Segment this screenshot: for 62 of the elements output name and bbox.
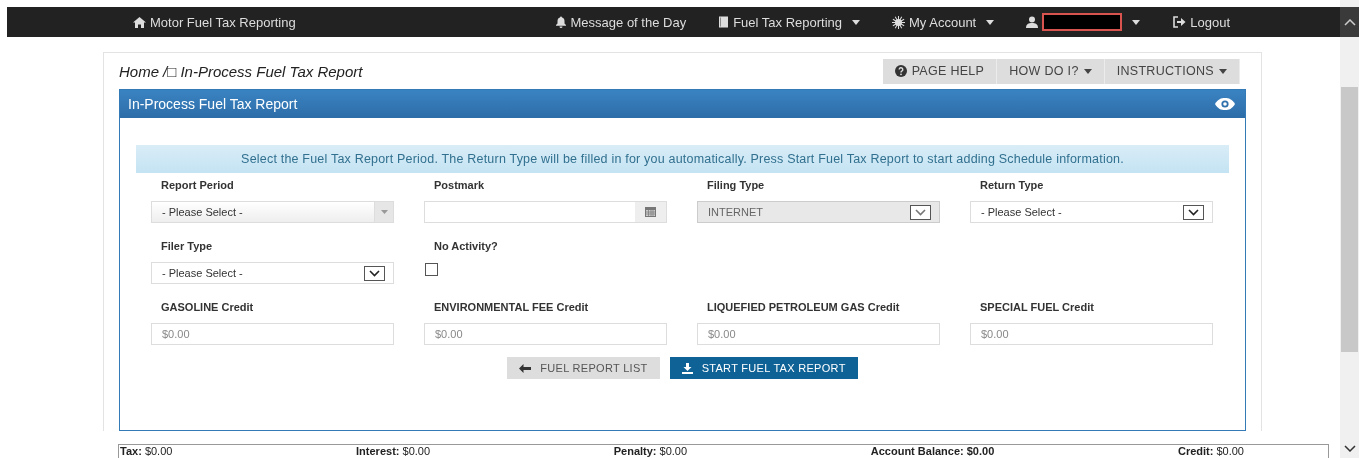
caret-icon [1083, 68, 1092, 74]
help-button[interactable]: HOW DO I? [997, 58, 1105, 84]
summary-item: Interest: $0.00 [356, 445, 431, 458]
book-icon [718, 16, 730, 28]
scrollbar-thumb[interactable] [1341, 87, 1358, 352]
select-field[interactable]: - Please Select - [970, 201, 1213, 223]
logout-icon [1172, 16, 1187, 28]
sun-icon [892, 15, 906, 29]
user-icon [1026, 16, 1039, 28]
nav-link[interactable]: Message of the Day [554, 14, 687, 30]
summary-item: Tax: $0.00 [120, 445, 173, 458]
help-button[interactable]: INSTRUCTIONS [1104, 58, 1240, 84]
bell-icon [554, 16, 567, 28]
nav-link[interactable]: Fuel Tax Reporting [718, 14, 861, 30]
start-button[interactable]: START FUEL TAX REPORT [669, 357, 858, 379]
credit-field[interactable]: $0.00 [970, 323, 1213, 345]
caret-icon [1132, 19, 1141, 25]
field-label: LIQUEFIED PETROLEUM GAS Credit [706, 301, 901, 314]
nav-link[interactable]: Logout [1172, 14, 1230, 30]
caret-icon [1219, 68, 1227, 74]
field-label: Filer Type [160, 240, 214, 253]
question-icon [894, 65, 907, 77]
field-label: No Activity? [433, 240, 499, 253]
arrow-left-icon [519, 363, 532, 373]
help-button[interactable]: PAGE HELP [882, 58, 998, 84]
user-menu[interactable] [1026, 13, 1141, 31]
checkbox[interactable] [425, 263, 438, 276]
date-field[interactable] [424, 201, 667, 223]
nav-link[interactable]: My Account [892, 14, 995, 30]
field-label: Return Type [979, 179, 1045, 192]
caret-icon [986, 19, 995, 25]
calendar-icon [645, 207, 656, 217]
summary-item: Penalty: $0.00 [613, 445, 688, 458]
field-label: GASOLINE Credit [160, 301, 255, 314]
summary-item: Credit: $0.00 [1177, 445, 1244, 458]
credit-field[interactable]: $0.00 [151, 323, 394, 345]
chevron-icon [910, 204, 931, 220]
summary-item: Account Balance: $0.00 [870, 445, 995, 458]
scroll-up-icon[interactable] [1343, 18, 1356, 26]
field-label: ENVIRONMENTAL FEE Credit [433, 301, 590, 314]
panel-title: In-Process Fuel Tax Report [128, 96, 298, 112]
eye-icon[interactable] [1215, 98, 1235, 110]
credit-field[interactable]: $0.00 [424, 323, 667, 345]
select-field[interactable]: - Please Select - [151, 201, 394, 223]
brand-link[interactable]: Motor Fuel Tax Reporting [133, 14, 296, 30]
home-icon [133, 16, 146, 28]
field-label: SPECIAL FUEL Credit [979, 301, 1095, 314]
info-message: Select the Fuel Tax Report Period. The Return Type will be filled in for you automatically. Press Start Fuel Tax Report to start adding Schedule information. [136, 145, 1229, 173]
breadcrumb-link[interactable]: Home [119, 62, 159, 80]
select-field[interactable]: - Please Select - [151, 262, 394, 284]
field-label: Filing Type [706, 179, 766, 192]
chevron-icon [1183, 204, 1204, 220]
chevron-icon [364, 265, 385, 281]
field-label: Postmark [433, 179, 486, 192]
caret-icon [380, 210, 388, 214]
download-icon [681, 362, 693, 374]
back-button[interactable]: FUEL REPORT LIST [507, 357, 660, 379]
breadcrumb-current: /□ In-Process Fuel Tax Report [163, 62, 363, 80]
credit-field[interactable]: $0.00 [697, 323, 940, 345]
field-label: Report Period [160, 179, 235, 192]
scroll-down-icon[interactable] [1343, 444, 1356, 452]
caret-icon [852, 19, 861, 25]
